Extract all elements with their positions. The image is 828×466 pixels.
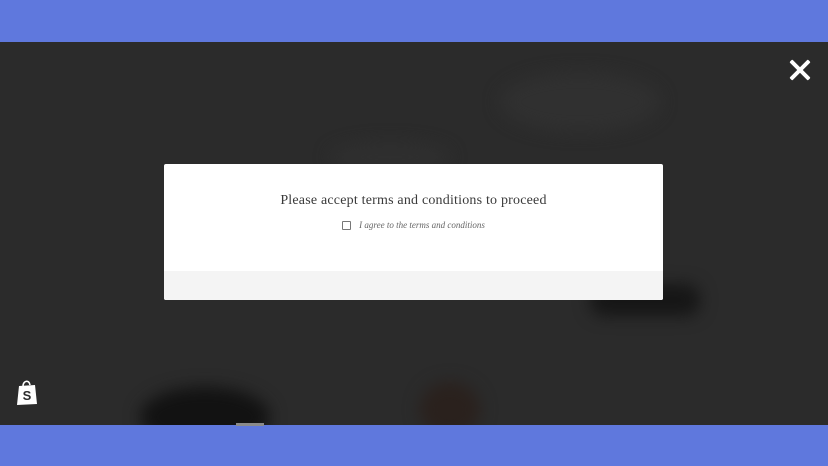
presentation-frame: Please accept terms and conditions to pr… bbox=[0, 0, 828, 466]
close-icon[interactable] bbox=[788, 58, 812, 82]
blurred-product-image bbox=[420, 382, 480, 425]
svg-text:S: S bbox=[23, 388, 32, 403]
agree-checkbox[interactable] bbox=[342, 220, 352, 230]
shopify-bag-icon[interactable]: S bbox=[15, 378, 39, 406]
blurred-header-text bbox=[500, 72, 660, 132]
modal-body: Please accept terms and conditions to pr… bbox=[164, 164, 663, 272]
agree-row[interactable]: I agree to the terms and conditions bbox=[342, 220, 485, 230]
agree-label[interactable]: I agree to the terms and conditions bbox=[359, 220, 485, 230]
terms-modal: Please accept terms and conditions to pr… bbox=[164, 164, 663, 300]
scroll-indicator bbox=[236, 423, 264, 426]
modal-footer bbox=[164, 271, 663, 300]
modal-title: Please accept terms and conditions to pr… bbox=[280, 193, 547, 208]
blurred-product-image bbox=[140, 387, 270, 425]
